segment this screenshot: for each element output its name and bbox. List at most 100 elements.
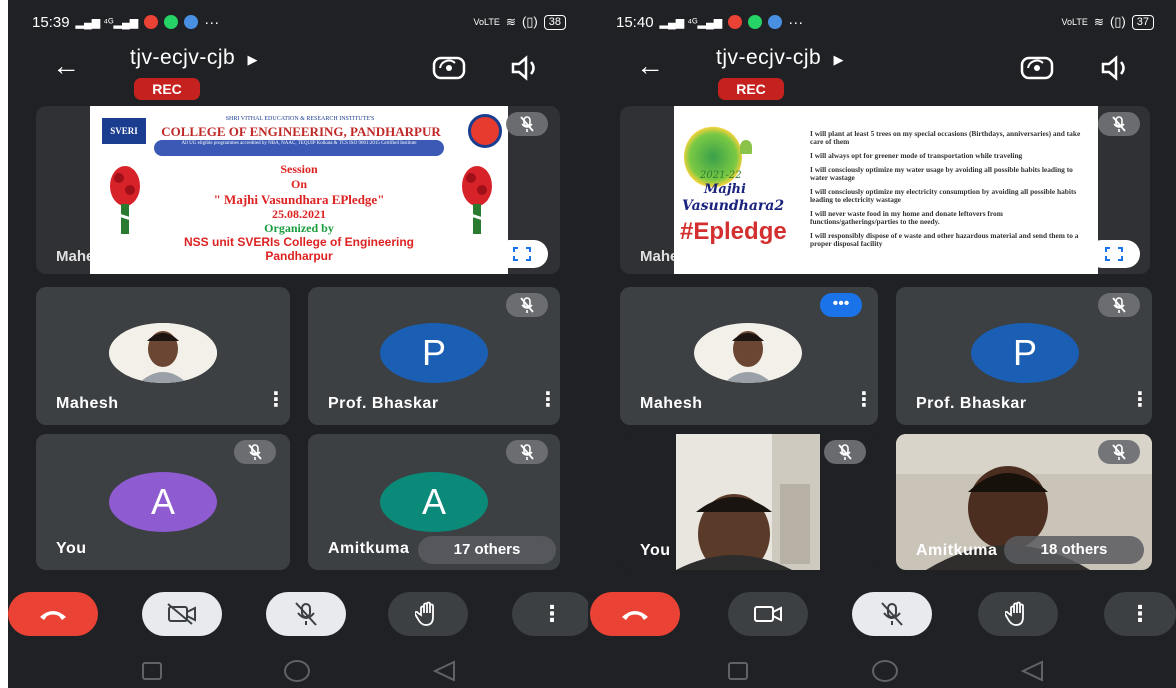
camera-on-button[interactable]	[728, 592, 808, 636]
recording-badge: REC	[718, 78, 784, 100]
participant-tile-you[interactable]: A You	[36, 434, 290, 570]
caret-right-icon: ▶	[833, 52, 845, 67]
meeting-code[interactable]: tjv-ecjv-cjb ▶	[130, 46, 258, 70]
pledge-item: I will always opt for greener mode of tr…	[810, 151, 1023, 160]
mic-off-icon	[1098, 440, 1140, 464]
badge-year: 2021-22	[700, 170, 742, 181]
kebab-icon: ⋮	[541, 601, 563, 626]
phone-app-icon	[768, 15, 783, 29]
college-logo: SVERI	[102, 118, 146, 144]
presentation-tile[interactable]: 2021-22 Majhi Vasundhara2 #Epledge I wil…	[620, 106, 1150, 274]
raise-hand-button[interactable]	[388, 592, 468, 636]
college-name: COLLEGE OF ENGINEERING, PANDHARPUR	[161, 124, 441, 139]
mic-off-icon	[506, 440, 548, 464]
battery-indicator: 37	[1131, 14, 1154, 30]
battery-indicator: 38	[543, 14, 566, 30]
switch-camera-icon[interactable]	[1020, 54, 1054, 82]
speaker-icon[interactable]	[1100, 54, 1132, 82]
slide-date: 25.08.2021	[272, 207, 326, 221]
mic-off-icon	[1098, 293, 1140, 317]
avatar-letter: P	[380, 323, 488, 383]
recording-badge: REC	[134, 78, 200, 100]
mic-off-icon	[506, 112, 548, 136]
end-call-button[interactable]	[8, 592, 98, 636]
others-count-badge[interactable]: 17 others	[418, 536, 556, 564]
participant-name: You	[56, 540, 87, 557]
others-count-badge[interactable]: 18 others	[1004, 536, 1144, 564]
mic-off-icon	[234, 440, 276, 464]
meeting-header: ← tjv-ecjv-cjb ▶ REC	[8, 44, 588, 104]
more-options-icon[interactable]: ⋮	[266, 390, 286, 410]
gmail-icon	[728, 15, 743, 29]
camera-off-button[interactable]	[142, 592, 222, 636]
pledge-item: I will consciously optimize my electrici…	[810, 187, 1077, 204]
meeting-code[interactable]: tjv-ecjv-cjb ▶	[716, 46, 844, 70]
caret-right-icon: ▶	[247, 52, 259, 67]
signal-icon: ▂▄▆ ⁴ᴳ▂▄▆	[659, 16, 723, 29]
recents-icon[interactable]	[728, 662, 748, 680]
wifi-icon: ≋	[505, 15, 516, 29]
participant-tile-amitkuma[interactable]: A Amitkuma 17 others	[308, 434, 560, 570]
avatar-letter: P	[971, 323, 1079, 383]
switch-camera-icon[interactable]	[432, 54, 466, 82]
presentation-tile[interactable]: SVERI SHRI VITHAL EDUCATION & RESEARCH I…	[36, 106, 560, 274]
wifi-icon: ≋	[1093, 15, 1104, 29]
back-nav-icon[interactable]	[1020, 660, 1044, 687]
slide-line-on: On	[290, 177, 307, 191]
badge-title-1: Majhi	[704, 182, 746, 197]
more-options-icon[interactable]: ⋮	[1130, 390, 1150, 410]
participant-tile-mahesh[interactable]: ••• Mahesh ⋮	[620, 287, 878, 425]
participant-tile-you[interactable]: You	[620, 434, 878, 570]
clock: 15:39	[32, 13, 70, 31]
presenting-label: Mahesh is presenting	[56, 248, 210, 265]
pledge-item: I will consciously optimize my water usa…	[810, 165, 1073, 182]
participant-name: Amitkuma	[328, 540, 410, 557]
pledge-item: I will never waste food in my home and d…	[810, 209, 1003, 226]
more-options-icon[interactable]: ⋮	[538, 390, 558, 410]
more-options-button[interactable]: ⋮	[512, 592, 588, 636]
recents-icon[interactable]	[142, 662, 162, 680]
participant-tile-mahesh[interactable]: Mahesh ⋮	[36, 287, 290, 425]
home-icon[interactable]	[284, 660, 310, 682]
android-nav-bar	[8, 654, 588, 688]
avatar-mahesh	[109, 323, 217, 383]
android-nav-bar	[588, 654, 1176, 688]
butterfly-icon	[740, 140, 752, 154]
more-options-icon[interactable]: ⋮	[854, 390, 874, 410]
presenting-label: Mahesh is presenting	[640, 248, 794, 265]
back-arrow-icon[interactable]: ←	[52, 52, 80, 80]
mic-off-button[interactable]	[266, 592, 346, 636]
speaker-icon[interactable]	[510, 54, 542, 82]
volte-icon: VoLTE	[473, 17, 500, 27]
meeting-header: ← tjv-ecjv-cjb ▶ REC	[588, 44, 1176, 104]
avatar-mahesh	[694, 323, 802, 383]
college-emblem-icon	[468, 114, 502, 148]
kebab-icon: ⋮	[1129, 601, 1151, 626]
raise-hand-button[interactable]	[978, 592, 1058, 636]
mic-off-icon	[824, 440, 866, 464]
more-options-button[interactable]: ⋮	[1104, 592, 1176, 636]
home-icon[interactable]	[872, 660, 898, 682]
participant-name: Mahesh	[640, 395, 703, 412]
fullscreen-icon[interactable]	[1088, 240, 1140, 268]
mic-off-button[interactable]	[852, 592, 932, 636]
clock: 15:40	[616, 13, 654, 31]
more-notifications-icon: ···	[788, 13, 804, 31]
vibrate-icon: (▯)	[1109, 14, 1126, 29]
status-bar: 15:40 ▂▄▆ ⁴ᴳ▂▄▆ ··· VoLTE ≋ (▯) 37	[616, 10, 1154, 34]
participant-tile-amitkuma[interactable]: Amitkuma 18 others	[896, 434, 1152, 570]
fullscreen-icon[interactable]	[496, 240, 548, 268]
back-arrow-icon[interactable]: ←	[636, 52, 664, 80]
gmail-icon	[144, 15, 159, 29]
slide-organizer: NSS unit SVERIs College of Engineering	[183, 235, 415, 249]
end-call-button[interactable]	[590, 592, 680, 636]
participant-tile-bhaskar[interactable]: P Prof. Bhaskar ⋮	[896, 287, 1152, 425]
pledge-item: I will plant at least 5 trees on my spec…	[810, 129, 1081, 146]
participant-tile-bhaskar[interactable]: P Prof. Bhaskar ⋮	[308, 287, 560, 425]
signal-icon: ▂▄▆ ⁴ᴳ▂▄▆	[75, 16, 139, 29]
phone-screen-left: 15:39 ▂▄▆ ⁴ᴳ▂▄▆ ··· VoLTE ≋ (▯) 38 ← tjv…	[8, 0, 588, 688]
back-nav-icon[interactable]	[432, 660, 456, 687]
whatsapp-icon	[164, 15, 179, 29]
vibrate-icon: (▯)	[521, 14, 538, 29]
hashtag-epledge: #Epledge	[680, 218, 787, 245]
